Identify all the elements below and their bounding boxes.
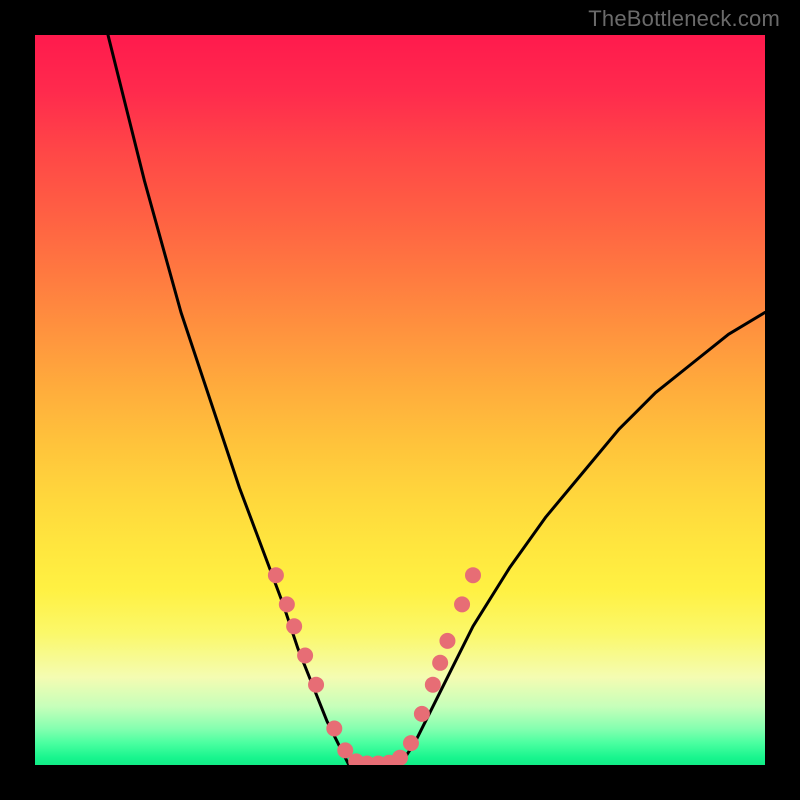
marker-dot — [465, 567, 481, 583]
marker-dot — [297, 648, 313, 664]
marker-dot — [403, 735, 419, 751]
watermark-text: TheBottleneck.com — [588, 6, 780, 32]
marker-dot — [392, 750, 408, 765]
marker-dot — [432, 655, 448, 671]
chart-frame: TheBottleneck.com — [0, 0, 800, 800]
plot-area — [35, 35, 765, 765]
marker-dot — [425, 677, 441, 693]
marker-dot — [439, 633, 455, 649]
bottleneck-curve — [108, 35, 765, 765]
marker-dot — [414, 706, 430, 722]
marker-dot — [286, 618, 302, 634]
marker-dot — [279, 596, 295, 612]
marker-dot — [326, 721, 342, 737]
marker-dot — [308, 677, 324, 693]
chart-svg — [35, 35, 765, 765]
curve-dots — [268, 567, 481, 765]
marker-dot — [268, 567, 284, 583]
curve-lines — [108, 35, 765, 765]
marker-dot — [454, 596, 470, 612]
